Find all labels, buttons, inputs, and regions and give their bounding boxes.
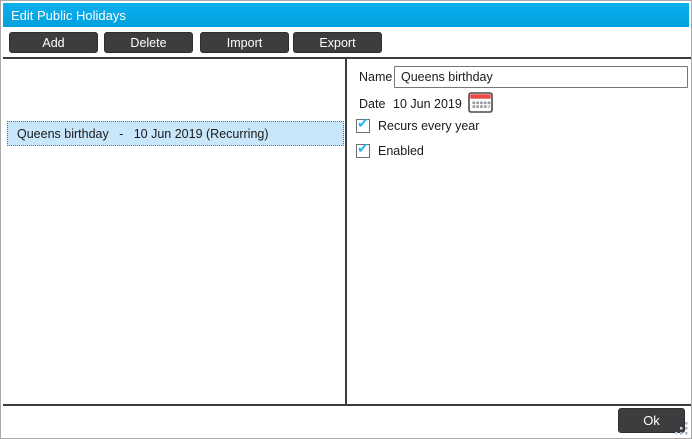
date-label: Date [359, 97, 385, 111]
name-input[interactable] [394, 66, 688, 88]
date-value: 10 Jun 2019 [393, 97, 462, 111]
delete-button[interactable]: Delete [104, 32, 193, 53]
list-item-text: Queens birthday - 10 Jun 2019 (Recurring… [17, 127, 269, 141]
window-title: Edit Public Holidays [11, 8, 126, 23]
calendar-picker-button[interactable] [467, 92, 493, 114]
enabled-checkbox[interactable]: ✔ [356, 144, 370, 158]
title-bar: Edit Public Holidays [3, 3, 689, 27]
name-label: Name [359, 70, 392, 84]
resize-grip[interactable] [675, 422, 688, 435]
calendar-icon [468, 101, 493, 116]
footer-separator [3, 404, 691, 406]
check-icon: ✔ [357, 116, 369, 130]
list-item[interactable]: Queens birthday - 10 Jun 2019 (Recurring… [7, 121, 344, 146]
delete-button-label: Delete [130, 36, 166, 50]
add-button-label: Add [42, 36, 64, 50]
add-button[interactable]: Add [9, 32, 98, 53]
recurs-checkbox-row[interactable]: ✔ Recurs every year [356, 118, 479, 134]
holiday-list-panel: Queens birthday - 10 Jun 2019 (Recurring… [3, 59, 345, 404]
export-button[interactable]: Export [293, 32, 382, 53]
recurs-checkbox[interactable]: ✔ [356, 119, 370, 133]
panel-divider [345, 57, 347, 404]
check-icon: ✔ [357, 141, 369, 155]
edit-public-holidays-dialog: Edit Public Holidays Add Delete Import E… [0, 0, 692, 439]
import-button[interactable]: Import [200, 32, 289, 53]
import-button-label: Import [227, 36, 262, 50]
enabled-checkbox-label: Enabled [378, 144, 424, 158]
export-button-label: Export [319, 36, 355, 50]
enabled-checkbox-row[interactable]: ✔ Enabled [356, 143, 424, 159]
ok-button-label: Ok [643, 413, 660, 428]
recurs-checkbox-label: Recurs every year [378, 119, 479, 133]
